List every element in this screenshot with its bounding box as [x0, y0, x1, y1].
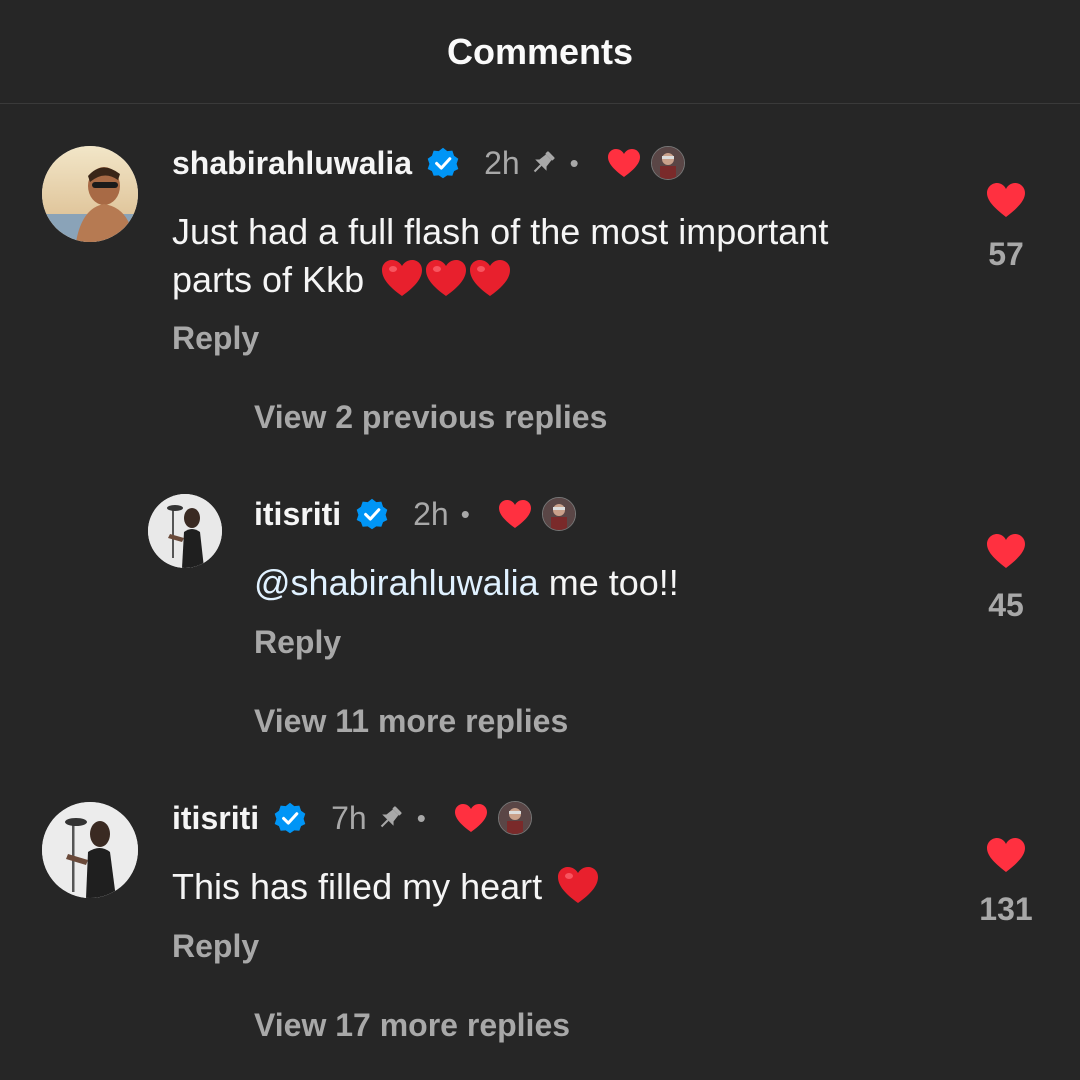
comment-meta: shabirahluwalia 2h •: [172, 141, 685, 185]
verified-badge-icon: [273, 801, 307, 835]
page-title: Comments: [446, 30, 634, 72]
liked-by-author-heart-icon: [607, 148, 641, 178]
view-previous-replies-button[interactable]: View 2 previous replies: [254, 399, 607, 436]
comment-time: 7h: [331, 799, 367, 836]
mention-link[interactable]: @shabirahluwalia: [254, 562, 539, 603]
separator-dot: •: [460, 498, 470, 529]
reply-button[interactable]: Reply: [172, 320, 259, 357]
avatar[interactable]: [42, 146, 138, 242]
view-more-replies-button[interactable]: View 17 more replies: [254, 1007, 570, 1044]
like-count: 57: [988, 236, 1024, 272]
comment-text-line: parts of Kkb: [172, 259, 365, 300]
comment-text-body: This has filled my heart: [172, 866, 543, 907]
like-heart-icon[interactable]: [986, 837, 1026, 873]
comment-time: 2h: [413, 495, 449, 532]
comment-text-body: me too!!: [538, 562, 679, 603]
avatar[interactable]: [42, 802, 138, 898]
verified-badge-icon: [426, 146, 460, 180]
like-column: 45: [966, 533, 1046, 624]
red-heart-emoji: [468, 258, 512, 298]
comment-text: This has filled my heart: [172, 863, 952, 911]
username[interactable]: itisriti: [254, 496, 341, 533]
pin-icon: [375, 803, 405, 833]
author-mini-avatar: [541, 497, 576, 531]
like-heart-icon[interactable]: [986, 182, 1026, 218]
username[interactable]: itisriti: [172, 800, 259, 837]
comment-text: Just had a full flash of the most import…: [172, 208, 952, 304]
comment-text: @shabirahluwalia me too!!: [254, 559, 954, 607]
like-count: 131: [979, 891, 1033, 927]
separator-dot: •: [569, 147, 579, 178]
comment-text-line-2: parts of Kkb: [172, 256, 952, 304]
red-heart-emoji: [424, 258, 468, 298]
comment-text-line: Just had a full flash of the most import…: [172, 211, 829, 252]
author-mini-avatar: [497, 801, 532, 835]
red-heart-emoji: [556, 865, 600, 905]
view-more-replies-button[interactable]: View 11 more replies: [254, 703, 568, 740]
red-heart-emoji: [380, 258, 424, 298]
like-column: 131: [966, 837, 1046, 928]
separator-dot: •: [416, 802, 426, 833]
comment-time: 2h: [484, 144, 520, 181]
liked-by-author-heart-icon: [454, 803, 488, 833]
liked-by-author-heart-icon: [498, 499, 532, 529]
verified-badge-icon: [355, 497, 389, 531]
reply-button[interactable]: Reply: [254, 624, 341, 661]
comment-meta: itisriti 7h •: [172, 796, 532, 840]
like-column: 57: [966, 182, 1046, 273]
reply-button[interactable]: Reply: [172, 928, 259, 965]
comment-meta: itisriti 2h •: [254, 492, 576, 536]
comments-header: Comments: [0, 0, 1080, 104]
like-heart-icon[interactable]: [986, 533, 1026, 569]
author-mini-avatar: [650, 146, 685, 180]
avatar[interactable]: [148, 494, 222, 568]
username[interactable]: shabirahluwalia: [172, 145, 412, 182]
like-count: 45: [988, 587, 1024, 623]
pin-icon: [528, 148, 558, 178]
